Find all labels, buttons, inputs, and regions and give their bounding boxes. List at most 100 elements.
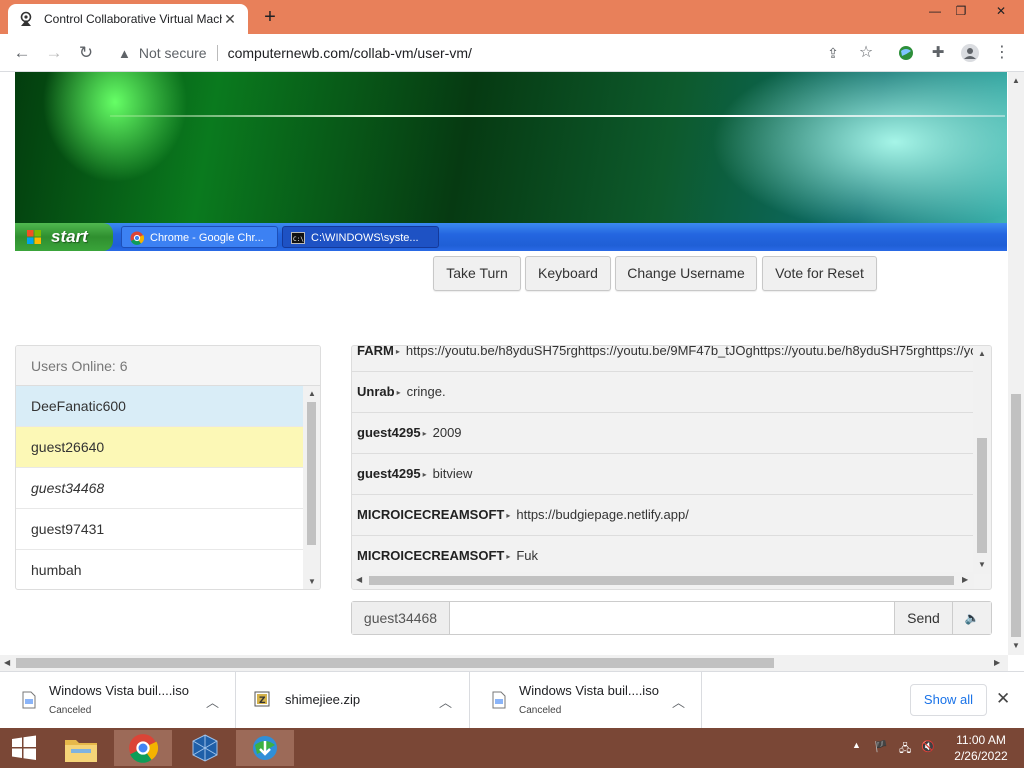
chrome-taskbar-icon[interactable]: [114, 730, 172, 766]
chat-hscrollbar[interactable]: ◀ ▶: [352, 572, 974, 589]
show-all-button[interactable]: Show all: [910, 684, 987, 716]
tab-title: Control Collaborative Virtual Machine: [44, 12, 222, 26]
chat-text[interactable]: https://youtu.be/h8yduSH75rghttps://yout…: [406, 346, 991, 358]
file-explorer-taskbar-icon[interactable]: [52, 730, 110, 766]
tab-close-icon[interactable]: ✕: [222, 11, 238, 28]
xp-start-button[interactable]: start: [15, 223, 113, 251]
back-arrow-icon[interactable]: ←: [10, 41, 34, 65]
users-list[interactable]: DeeFanatic600 guest26640 guest34468 gues…: [16, 386, 305, 589]
virtualbox-taskbar-icon[interactable]: [176, 730, 234, 766]
chevron-up-icon[interactable]: ︿: [439, 692, 452, 711]
arrow-icon: ▸: [422, 470, 427, 479]
share-icon[interactable]: ⇪: [821, 41, 845, 65]
scroll-left-icon[interactable]: ◀: [4, 658, 10, 667]
chat-username: FARM: [357, 345, 394, 358]
chat-message: guest4295 ▸ 2009: [352, 413, 974, 454]
vote-reset-button[interactable]: Vote for Reset: [762, 256, 877, 291]
menu-dots-icon[interactable]: ⋮: [990, 41, 1014, 65]
close-shelf-icon[interactable]: ✕: [996, 689, 1010, 709]
close-window-button[interactable]: ✕: [984, 0, 1018, 22]
chat-message: MICROICECREAMSOFT ▸ https://budgiepage.net…: [352, 495, 974, 536]
forward-arrow-icon[interactable]: →: [42, 41, 66, 65]
change-username-button[interactable]: Change Username: [615, 256, 757, 291]
scroll-up-icon[interactable]: ▲: [308, 389, 316, 398]
scroll-thumb[interactable]: [307, 402, 316, 545]
scroll-thumb[interactable]: [977, 438, 987, 553]
users-online-header: Users Online: 6: [16, 346, 320, 386]
chat-message: MICROICECREAMSOFT ▸ Fuk: [352, 536, 974, 577]
scroll-down-icon[interactable]: ▼: [308, 577, 316, 586]
vm-xp-taskbar[interactable]: start Chrome - Google Chr... C:\ C:\WIND…: [15, 223, 1007, 251]
security-label[interactable]: Not secure: [139, 45, 207, 61]
download-manager-taskbar-icon[interactable]: [236, 730, 294, 766]
speaker-icon[interactable]: 🔈: [952, 602, 991, 634]
cmd-icon: C:\: [291, 232, 305, 244]
scroll-thumb[interactable]: [369, 576, 954, 585]
scroll-left-icon[interactable]: ◀: [356, 575, 362, 584]
user-item[interactable]: guest26640: [16, 427, 305, 468]
profile-avatar-icon[interactable]: [958, 41, 982, 65]
send-button[interactable]: Send: [894, 602, 952, 634]
user-item[interactable]: guest34468: [16, 468, 305, 509]
scroll-thumb[interactable]: [16, 658, 774, 668]
users-scrollbar[interactable]: ▲ ▼: [303, 386, 320, 589]
chevron-up-icon[interactable]: ︿: [672, 692, 685, 711]
chevron-up-icon[interactable]: ︿: [206, 692, 219, 711]
network-icon[interactable]: 🖧: [899, 740, 911, 759]
chat-input-group: guest34468 Send 🔈: [351, 601, 992, 635]
svg-text:C:\: C:\: [293, 236, 304, 243]
chat-username: guest4295: [357, 466, 421, 481]
chat-text: cringe.: [406, 384, 446, 399]
chat-message: FARM ▸ https://youtu.be/h8yduSH75rghttps:/…: [352, 345, 991, 372]
url-text[interactable]: computernewb.com/collab-vm/user-vm/: [228, 45, 472, 61]
page-vscrollbar[interactable]: ▲ ▼: [1008, 72, 1024, 655]
download-item[interactable]: Windows Vista buil....iso Canceled ︿: [470, 672, 702, 729]
chat-message: guest4295 ▸ bitview: [352, 454, 974, 495]
volume-muted-icon[interactable]: 🔇: [921, 740, 935, 753]
restore-button[interactable]: ❐: [944, 0, 978, 22]
scroll-up-icon[interactable]: ▲: [978, 349, 986, 358]
reload-icon[interactable]: ↻: [74, 41, 98, 65]
file-icon: [492, 691, 506, 709]
address-bar[interactable]: ▲ Not secure computernewb.com/collab-vm/…: [110, 39, 890, 67]
keyboard-button[interactable]: Keyboard: [525, 256, 611, 291]
extensions-puzzle-icon[interactable]: ✚: [926, 41, 950, 65]
download-item[interactable]: Z shimejiee.zip ︿: [236, 672, 470, 729]
xp-start-label: start: [51, 227, 88, 246]
new-tab-button[interactable]: +: [258, 6, 282, 30]
bookmark-star-icon[interactable]: ☆: [854, 41, 878, 65]
chat-text[interactable]: https://budgiepage.netlify.app/: [516, 507, 689, 522]
flag-notification-icon[interactable]: 🏴: [874, 740, 888, 753]
scroll-right-icon[interactable]: ▶: [962, 575, 968, 584]
xp-task-label: Chrome - Google Chr...: [150, 232, 264, 244]
download-shelf: Windows Vista buil....iso Canceled ︿ Z s…: [0, 671, 1024, 729]
warning-icon[interactable]: ▲: [118, 46, 131, 61]
windows-start-button[interactable]: [0, 728, 48, 768]
chat-username: MICROICECREAMSOFT: [357, 507, 505, 522]
scroll-right-icon[interactable]: ▶: [994, 658, 1000, 667]
scroll-thumb[interactable]: [1011, 394, 1021, 637]
scroll-down-icon[interactable]: ▼: [978, 560, 986, 569]
extension-globe-icon[interactable]: [894, 41, 918, 65]
xp-task-cmd[interactable]: C:\ C:\WINDOWS\syste...: [282, 226, 439, 248]
user-item[interactable]: humbah: [16, 550, 305, 589]
xp-task-label: C:\WINDOWS\syste...: [311, 232, 419, 244]
user-item[interactable]: guest97431: [16, 509, 305, 550]
chat-message: Unrab ▸ cringe.: [352, 372, 974, 413]
taskbar-clock[interactable]: 11:00 AM 2/26/2022: [944, 732, 1018, 764]
chat-messages[interactable]: FARM ▸ https://youtu.be/h8yduSH75rghttps:/…: [352, 345, 991, 577]
users-panel: Users Online: 6 DeeFanatic600 guest26640…: [15, 345, 321, 590]
tray-expand-icon[interactable]: ▲: [852, 740, 861, 750]
chat-vscrollbar[interactable]: ▲ ▼: [973, 346, 991, 574]
page-hscrollbar[interactable]: ◀ ▶: [0, 655, 1008, 671]
user-item[interactable]: DeeFanatic600: [16, 386, 305, 427]
take-turn-button[interactable]: Take Turn: [433, 256, 521, 291]
scroll-down-icon[interactable]: ▼: [1012, 641, 1020, 650]
chat-message-input[interactable]: [450, 602, 894, 634]
scroll-up-icon[interactable]: ▲: [1012, 76, 1020, 85]
chat-text: Fuk: [516, 548, 539, 563]
download-item[interactable]: Windows Vista buil....iso Canceled ︿: [0, 672, 236, 729]
xp-task-chrome[interactable]: Chrome - Google Chr...: [121, 226, 278, 248]
browser-tab[interactable]: Control Collaborative Virtual Machine ✕: [8, 4, 248, 34]
svg-text:Z: Z: [259, 696, 266, 706]
